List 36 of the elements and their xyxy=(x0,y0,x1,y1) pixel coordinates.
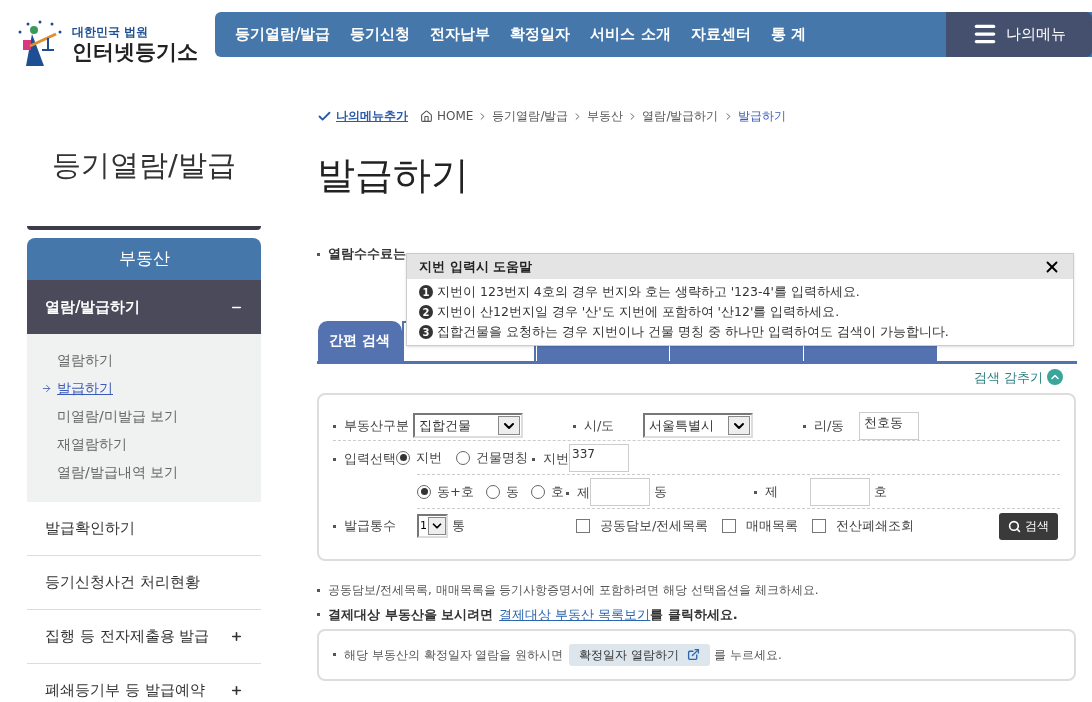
category-header: 부동산 xyxy=(27,238,261,280)
popup-title: 지번 입력시 도움말 xyxy=(419,257,533,276)
step-number: 3 xyxy=(419,325,433,339)
field-label: 발급통수 xyxy=(333,516,417,536)
info-text: 를 누르세요. xyxy=(714,646,782,664)
checkbox-label: 매매목록 xyxy=(746,517,799,536)
radio-label: 건물명칭 xyxy=(476,448,528,467)
option-note: 공동담보/전세목록, 매매목록을 등기사항증명서에 포함하려면 해당 선택옵션을 체크하세요. xyxy=(317,581,1077,599)
checkbox-label: 전산폐쇄조회 xyxy=(836,517,915,536)
field-label: 시/도 xyxy=(573,415,643,436)
radio-label: 호 xyxy=(550,482,564,501)
step-number: 1 xyxy=(419,285,433,299)
step-number: 2 xyxy=(419,305,433,319)
note-text: 를 클릭하세요. xyxy=(650,606,738,624)
note-text: 결제대상 부동산을 보시려면 xyxy=(328,606,494,624)
field-label: 제 xyxy=(565,484,590,500)
help-text: 지번이 123번지 4호의 경우 번지와 호는 생략하고 '123-4'를 입력하세요. xyxy=(437,282,860,301)
field-label: 입력선택 xyxy=(333,450,396,466)
field-label: 지번 xyxy=(532,450,569,466)
sidebar-title: 등기열람/발급 xyxy=(51,147,237,184)
radio-label: 동 xyxy=(505,482,519,501)
info-text: 해당 부동산의 확정일자 열람을 원하시면 xyxy=(344,646,564,664)
page-title: 발급하기 xyxy=(317,152,470,199)
field-label: 리/동 xyxy=(803,415,859,436)
radio-label: 지번 xyxy=(416,448,442,467)
checkbox-label: 공동담보/전세목록 xyxy=(600,517,709,536)
radio-label: 동+호 xyxy=(437,482,474,501)
help-text: 집합건물을 요청하는 경우 지번이나 건물 명칭 중 하나만 입력하여도 검색이 가능합니다. xyxy=(437,322,949,341)
copies-suffix: 통 xyxy=(452,517,466,536)
logo-title: 인터넷등기소 xyxy=(72,41,198,63)
unit-suffix: 호 xyxy=(873,482,887,501)
help-text: 지번이 산12번지일 경우 '산'도 지번에 포함하여 '산12'를 입력하세요. xyxy=(437,302,840,321)
logo-subtitle: 대한민국 법원 xyxy=(72,25,150,38)
field-label: 부동산구분 xyxy=(333,415,413,436)
unit-suffix: 동 xyxy=(653,482,668,501)
field-label: 제 xyxy=(753,481,810,502)
